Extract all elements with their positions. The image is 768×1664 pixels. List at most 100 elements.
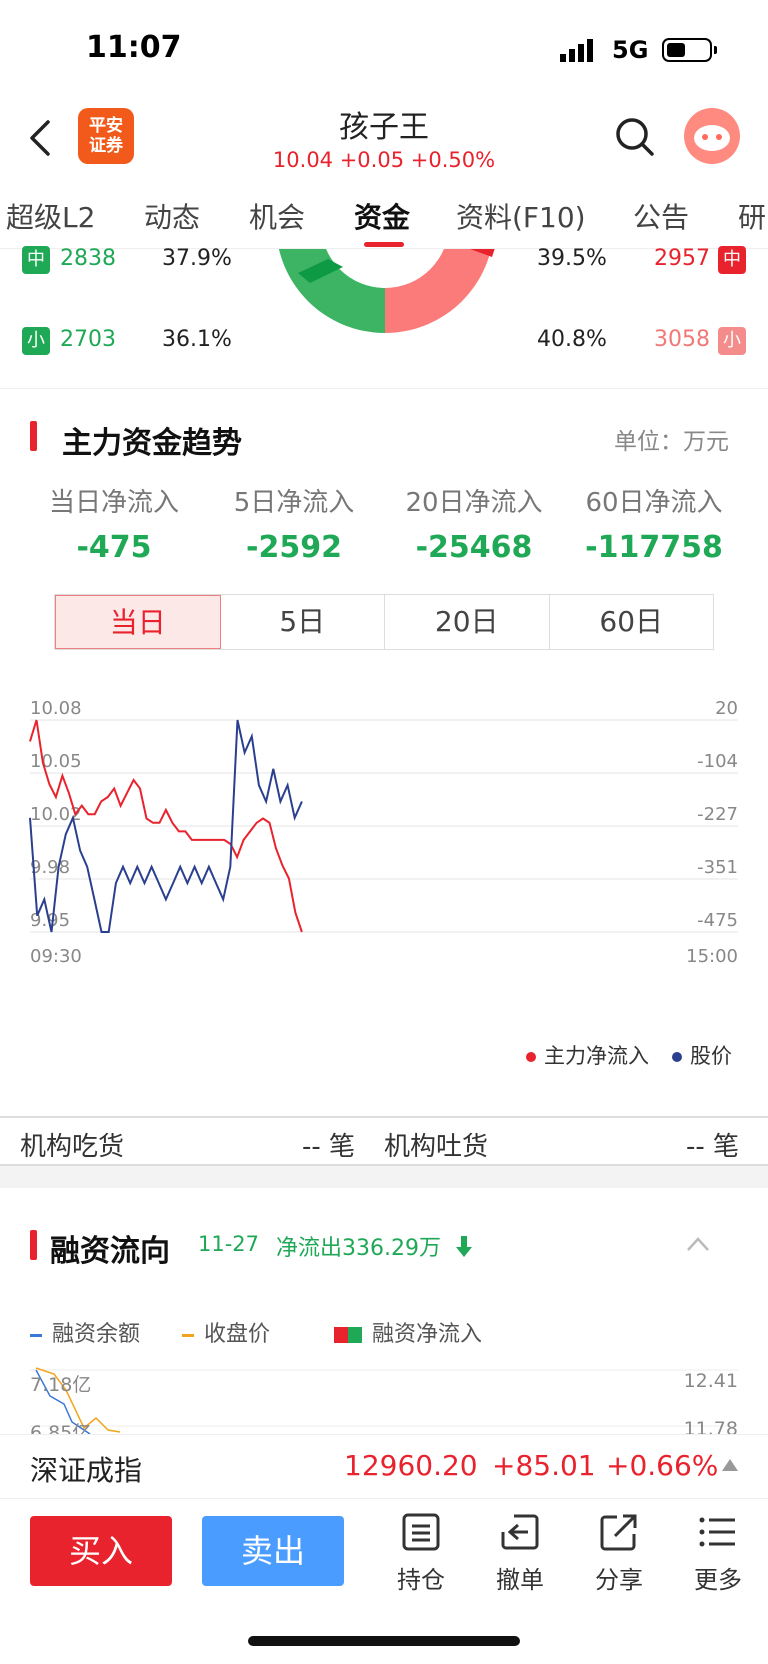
institution-row: 机构吃货 -- 笔 机构吐货 -- 笔 bbox=[0, 1116, 768, 1166]
network-label: 5G bbox=[612, 36, 649, 64]
flow-label-today: 当日净流入 bbox=[48, 488, 179, 518]
x-axis-end-label: 15:00 bbox=[686, 946, 738, 967]
left-axis-tick: 10.08 bbox=[30, 698, 82, 719]
legend-dot-red bbox=[526, 1052, 536, 1062]
tab-f10[interactable]: 资料(F10) bbox=[456, 196, 586, 236]
holdings-button[interactable]: 持仓 bbox=[381, 1512, 461, 1595]
active-tab-indicator bbox=[364, 242, 404, 247]
holdings-label: 持仓 bbox=[397, 1566, 445, 1594]
period-selector: 当日 5日 20日 60日 bbox=[54, 594, 714, 650]
small-sell-count: 3058 bbox=[654, 327, 710, 352]
financing-net: 净流出336.29万 bbox=[276, 1236, 441, 1261]
search-icon[interactable] bbox=[614, 116, 656, 158]
main-flow-chart: 10.08 2010.05 -10410.02 -2279.98 -3519.95 -47… bbox=[29, 698, 738, 967]
legend-main-flow: 主力净流入 bbox=[526, 1040, 649, 1070]
flow-label-20d: 20日净流入 bbox=[405, 488, 543, 518]
small-buy-badge: 小 bbox=[22, 327, 50, 355]
buy-button[interactable]: 买入 bbox=[30, 1516, 172, 1586]
tab-news[interactable]: 动态 bbox=[144, 196, 200, 236]
right-axis-tick: -351 bbox=[697, 857, 738, 878]
mid-buy-pct: 37.9% bbox=[162, 246, 232, 271]
flow-label-5d: 5日净流入 bbox=[233, 488, 355, 518]
tab-research[interactable]: 研 bbox=[738, 196, 766, 236]
small-sell-badge: 小 bbox=[718, 327, 746, 355]
signal-icon bbox=[560, 39, 593, 62]
financing-date: 11-27 bbox=[198, 1232, 260, 1256]
left-axis-tick: 10.05 bbox=[30, 751, 82, 772]
legend-margin-net-inflow: 融资净流入 bbox=[334, 1316, 482, 1348]
fin-right-tick-1: 12.41 bbox=[683, 1370, 738, 1392]
home-indicator bbox=[248, 1636, 520, 1646]
status-time: 11:07 bbox=[86, 30, 182, 65]
inst-eat-value: -- 笔 bbox=[302, 1132, 356, 1162]
mid-order-row: 中 bbox=[22, 246, 50, 274]
assistant-avatar-icon[interactable] bbox=[684, 108, 740, 164]
inst-spit-label: 机构吐货 bbox=[384, 1132, 489, 1162]
period-today-button[interactable]: 当日 bbox=[55, 595, 221, 649]
arrow-down-icon bbox=[456, 1236, 472, 1257]
cancel-order-label: 撤单 bbox=[496, 1566, 544, 1594]
financing-chart bbox=[30, 1367, 738, 1434]
legend-dot-blue bbox=[672, 1052, 682, 1062]
share-icon bbox=[600, 1514, 637, 1551]
main-flow-title: 主力资金趋势 bbox=[62, 426, 242, 461]
flow-value-today: -475 bbox=[76, 530, 152, 565]
share-label: 分享 bbox=[595, 1566, 643, 1594]
fin-left-tick-1: 7.18亿 bbox=[30, 1374, 92, 1396]
mid-buy-badge: 中 bbox=[22, 246, 50, 274]
legend-margin-balance: 融资余额 bbox=[30, 1316, 140, 1348]
mid-sell-pct: 39.5% bbox=[537, 246, 607, 271]
index-change: +85.01 bbox=[492, 1449, 596, 1482]
small-buy-pct: 36.1% bbox=[162, 327, 232, 352]
cancel-order-button[interactable]: 撤单 bbox=[480, 1512, 560, 1595]
small-sell-pct: 40.8% bbox=[537, 327, 607, 352]
left-axis-tick: 9.98 bbox=[30, 857, 70, 878]
index-ticker-bar[interactable]: 深证成指 12960.20 +85.01 +0.66% bbox=[0, 1434, 768, 1499]
financing-title: 融资流向 bbox=[50, 1234, 170, 1269]
mid-buy-count: 2838 bbox=[60, 246, 116, 271]
flow-value-5d: -2592 bbox=[246, 530, 342, 565]
period-5d-button[interactable]: 5日 bbox=[221, 595, 385, 649]
index-name: 深证成指 bbox=[30, 1454, 143, 1487]
collapse-chevron-icon[interactable] bbox=[686, 1236, 710, 1252]
share-button[interactable]: 分享 bbox=[579, 1512, 659, 1595]
section-marker bbox=[30, 1230, 37, 1260]
cancel-order-icon bbox=[501, 1514, 539, 1550]
right-axis-tick: 20 bbox=[715, 698, 738, 719]
mid-sell-badge: 中 bbox=[718, 246, 746, 274]
inst-eat-label: 机构吃货 bbox=[20, 1132, 125, 1162]
inst-spit-value: -- 笔 bbox=[686, 1132, 740, 1162]
more-label: 更多 bbox=[694, 1566, 742, 1594]
mid-sell-count: 2957 bbox=[654, 246, 710, 271]
tab-l2[interactable]: 超级L2 bbox=[6, 196, 95, 236]
flow-value-60d: -117758 bbox=[585, 530, 723, 565]
up-triangle-icon bbox=[722, 1459, 738, 1471]
divider bbox=[0, 388, 768, 389]
legend-close-price: 收盘价 bbox=[182, 1316, 270, 1348]
right-axis-tick: -227 bbox=[697, 804, 738, 825]
period-20d-button[interactable]: 20日 bbox=[385, 595, 550, 649]
tab-bar: 超级L2 动态 机会 资金 资料(F10) 公告 研 bbox=[0, 180, 768, 249]
index-value: 12960.20 bbox=[344, 1449, 478, 1482]
period-60d-button[interactable]: 60日 bbox=[550, 595, 714, 649]
holdings-icon bbox=[402, 1513, 440, 1551]
unit-label: 单位：万元 bbox=[614, 429, 729, 455]
small-order-row: 小 bbox=[22, 327, 50, 355]
legend-price: 股价 bbox=[672, 1040, 732, 1070]
small-buy-count: 2703 bbox=[60, 327, 116, 352]
index-pct: +0.66% bbox=[606, 1449, 719, 1482]
right-axis-tick: -104 bbox=[697, 751, 738, 772]
section-marker bbox=[30, 421, 37, 451]
tab-funds[interactable]: 资金 bbox=[354, 196, 410, 236]
more-icon bbox=[699, 1517, 735, 1547]
tab-opportunity[interactable]: 机会 bbox=[249, 196, 305, 236]
more-button[interactable]: 更多 bbox=[678, 1512, 758, 1595]
sell-button[interactable]: 卖出 bbox=[202, 1516, 344, 1586]
flow-label-60d: 60日净流入 bbox=[585, 488, 723, 518]
flow-value-20d: -25468 bbox=[415, 530, 533, 565]
section-gap bbox=[0, 1166, 768, 1188]
order-ratio-donut bbox=[278, 249, 495, 333]
tab-announcements[interactable]: 公告 bbox=[633, 196, 689, 236]
x-axis-start-label: 09:30 bbox=[30, 946, 82, 967]
battery-icon bbox=[662, 38, 717, 62]
